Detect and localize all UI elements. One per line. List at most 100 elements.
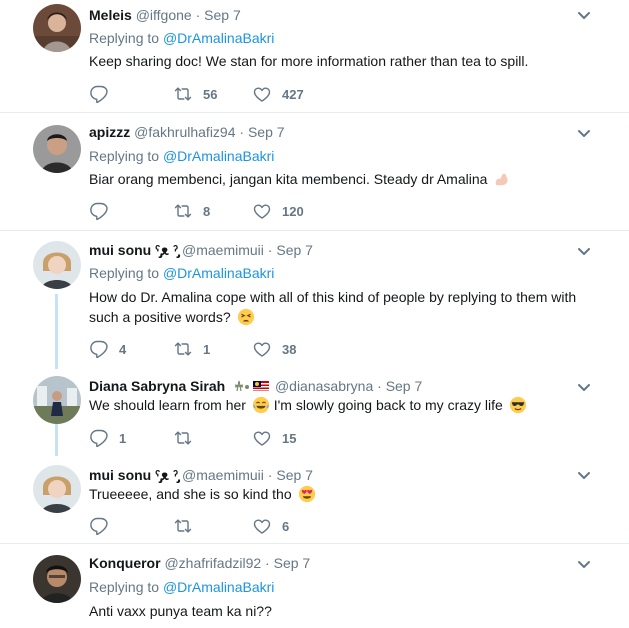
tweet-text-body-2: I'm slowly going back to my crazy life xyxy=(273,397,503,413)
chevron-down-icon[interactable] xyxy=(577,11,591,21)
tweet-text-body: Trueeeee, and she is so kind tho xyxy=(89,486,292,502)
chevron-down-icon[interactable] xyxy=(577,383,591,393)
tweet-text: Keep sharing doc! We stan for more infor… xyxy=(89,51,599,71)
user-handle[interactable]: @maemimuii xyxy=(182,242,264,258)
avatar[interactable] xyxy=(33,4,81,52)
tweet-date[interactable]: Sep 7 xyxy=(248,124,285,140)
reply-count: 1 xyxy=(119,430,127,446)
reply-button[interactable]: 4 xyxy=(89,339,126,359)
heart-icon xyxy=(252,201,272,221)
tweet-text-body: Biar orang membenci, jangan kita membenc… xyxy=(89,171,488,187)
reply-icon xyxy=(89,84,109,104)
mention-link[interactable]: @DrAmalinaBakri xyxy=(163,148,274,164)
tweet-date[interactable]: Sep 7 xyxy=(276,467,313,483)
chevron-down-icon[interactable] xyxy=(577,560,591,570)
retweet-icon xyxy=(173,516,193,536)
tweet-header: Meleis @iffgone · Sep 7 xyxy=(89,6,241,24)
tweet-text-body: Keep sharing doc! We stan for more infor… xyxy=(89,53,529,69)
reply-icon xyxy=(89,516,109,536)
replying-to-label: Replying to xyxy=(89,30,160,46)
tired-face-icon xyxy=(237,308,254,326)
retweet-button[interactable]: 1 xyxy=(173,339,210,359)
avatar[interactable] xyxy=(33,465,81,513)
separator: · xyxy=(195,7,201,23)
tweet[interactable]: Konqueror @zhafrifadzil92 · Sep 7 Replyi… xyxy=(0,544,629,628)
tweet-header: Diana Sabryna Sirah @dianasabryna · Sep … xyxy=(89,377,422,395)
like-button[interactable]: 120 xyxy=(252,201,304,221)
heart-icon xyxy=(252,339,272,359)
retweet-count: 8 xyxy=(203,203,211,219)
display-name[interactable]: Meleis xyxy=(89,7,132,23)
reply-button[interactable]: 1 xyxy=(89,428,126,448)
display-name[interactable]: mui sonu ˁ̡̡ᴥ ˀ̡̡ xyxy=(89,242,178,258)
heart-icon xyxy=(252,428,272,448)
display-name[interactable]: Diana Sabryna Sirah xyxy=(89,378,225,394)
sunglasses-face-icon xyxy=(509,396,526,414)
tweet-date[interactable]: Sep 7 xyxy=(386,378,423,394)
mention-link[interactable]: @DrAmalinaBakri xyxy=(163,30,274,46)
like-count: 120 xyxy=(282,203,304,219)
display-name[interactable]: mui sonu ˁ̡̡ᴥ ˀ̡̡ xyxy=(89,467,178,483)
replying-to-label: Replying to xyxy=(89,148,160,164)
avatar[interactable] xyxy=(33,125,81,173)
tweet-header: apizzz @fakhrulhafiz94 · Sep 7 xyxy=(89,123,285,141)
like-count: 15 xyxy=(282,430,297,446)
tweet[interactable]: Diana Sabryna Sirah @dianasabryna · Sep … xyxy=(0,369,629,457)
user-handle[interactable]: @maemimuii xyxy=(182,467,264,483)
replying-to: Replying to @DrAmalinaBakri xyxy=(89,29,274,47)
tweet-text: Biar orang membenci, jangan kita membenc… xyxy=(89,169,599,189)
replying-to-label: Replying to xyxy=(89,579,160,595)
user-handle[interactable]: @fakhrulhafiz94 xyxy=(134,124,235,140)
like-count: 427 xyxy=(282,86,304,102)
chevron-down-icon[interactable] xyxy=(577,129,591,139)
reply-icon xyxy=(89,428,109,448)
tweet[interactable]: mui sonu ˁ̡̡ᴥ ˀ̡̡ @maemimuii · Sep 7 Tru… xyxy=(0,457,629,544)
display-name[interactable]: apizzz xyxy=(89,124,130,140)
tweet[interactable]: Meleis @iffgone · Sep 7 Replying to @DrA… xyxy=(0,0,629,113)
avatar[interactable] xyxy=(33,376,81,424)
retweet-button[interactable] xyxy=(173,516,203,536)
reply-button[interactable] xyxy=(89,516,119,536)
mention-link[interactable]: @DrAmalinaBakri xyxy=(163,265,274,281)
reply-count: 4 xyxy=(119,341,127,357)
user-handle[interactable]: @iffgone xyxy=(136,7,192,23)
reply-icon xyxy=(89,339,109,359)
retweet-count: 1 xyxy=(203,341,211,357)
display-name[interactable]: Konqueror xyxy=(89,555,161,571)
reply-button[interactable] xyxy=(89,201,119,221)
like-button[interactable]: 38 xyxy=(252,339,296,359)
like-button[interactable]: 6 xyxy=(252,516,289,536)
avatar[interactable] xyxy=(33,555,81,603)
chevron-down-icon[interactable] xyxy=(577,471,591,481)
tweet-text: We should learn from her I'm slowly goin… xyxy=(89,395,599,415)
retweet-count: 56 xyxy=(203,86,218,102)
replying-to-label: Replying to xyxy=(89,265,160,281)
user-handle[interactable]: @zhafrifadzil92 xyxy=(164,555,261,571)
separator: · xyxy=(265,555,270,571)
heart-icon xyxy=(252,516,272,536)
avatar[interactable] xyxy=(33,241,81,289)
tweet-date[interactable]: Sep 7 xyxy=(204,7,241,23)
tweet-text: Anti vaxx punya team ka ni?? xyxy=(89,601,599,621)
like-button[interactable]: 15 xyxy=(252,428,296,448)
tweet-date[interactable]: Sep 7 xyxy=(274,555,311,571)
separator: · xyxy=(267,467,273,483)
user-handle[interactable]: @dianasabryna xyxy=(275,378,373,394)
retweet-icon xyxy=(173,201,193,221)
retweet-button[interactable]: 8 xyxy=(173,201,210,221)
retweet-button[interactable]: 56 xyxy=(173,84,217,104)
mention-link[interactable]: @DrAmalinaBakri xyxy=(163,579,274,595)
retweet-icon xyxy=(173,339,193,359)
retweet-button[interactable] xyxy=(173,428,203,448)
tweet-date[interactable]: Sep 7 xyxy=(276,242,313,258)
flexed-biceps-icon xyxy=(496,173,508,186)
retweet-icon xyxy=(173,84,193,104)
reply-icon xyxy=(89,201,109,221)
reply-button[interactable] xyxy=(89,84,119,104)
heart-icon xyxy=(252,84,272,104)
chevron-down-icon[interactable] xyxy=(577,247,591,257)
tweet[interactable]: mui sonu ˁ̡̡ᴥ ˀ̡̡ @maemimuii · Sep 7 Rep… xyxy=(0,231,629,366)
like-button[interactable]: 427 xyxy=(252,84,304,104)
replying-to: Replying to @DrAmalinaBakri xyxy=(89,264,274,282)
tweet[interactable]: apizzz @fakhrulhafiz94 · Sep 7 Replying … xyxy=(0,113,629,231)
